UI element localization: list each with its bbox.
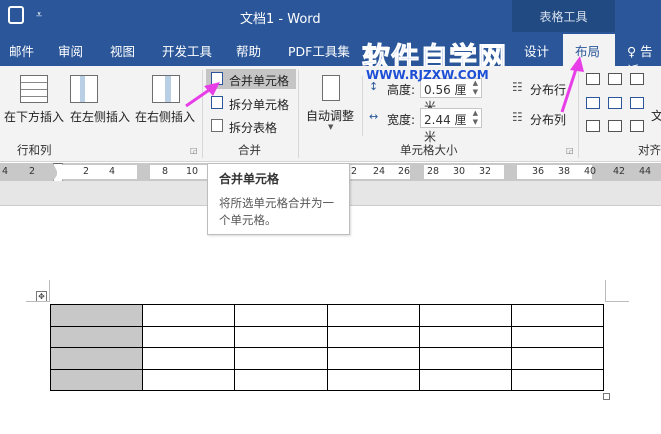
annotation-arrows <box>185 56 584 113</box>
arrow-to-layout <box>560 65 579 113</box>
arrow-head <box>570 56 584 72</box>
arrow-to-merge <box>185 86 213 108</box>
arrow-head <box>204 82 220 96</box>
